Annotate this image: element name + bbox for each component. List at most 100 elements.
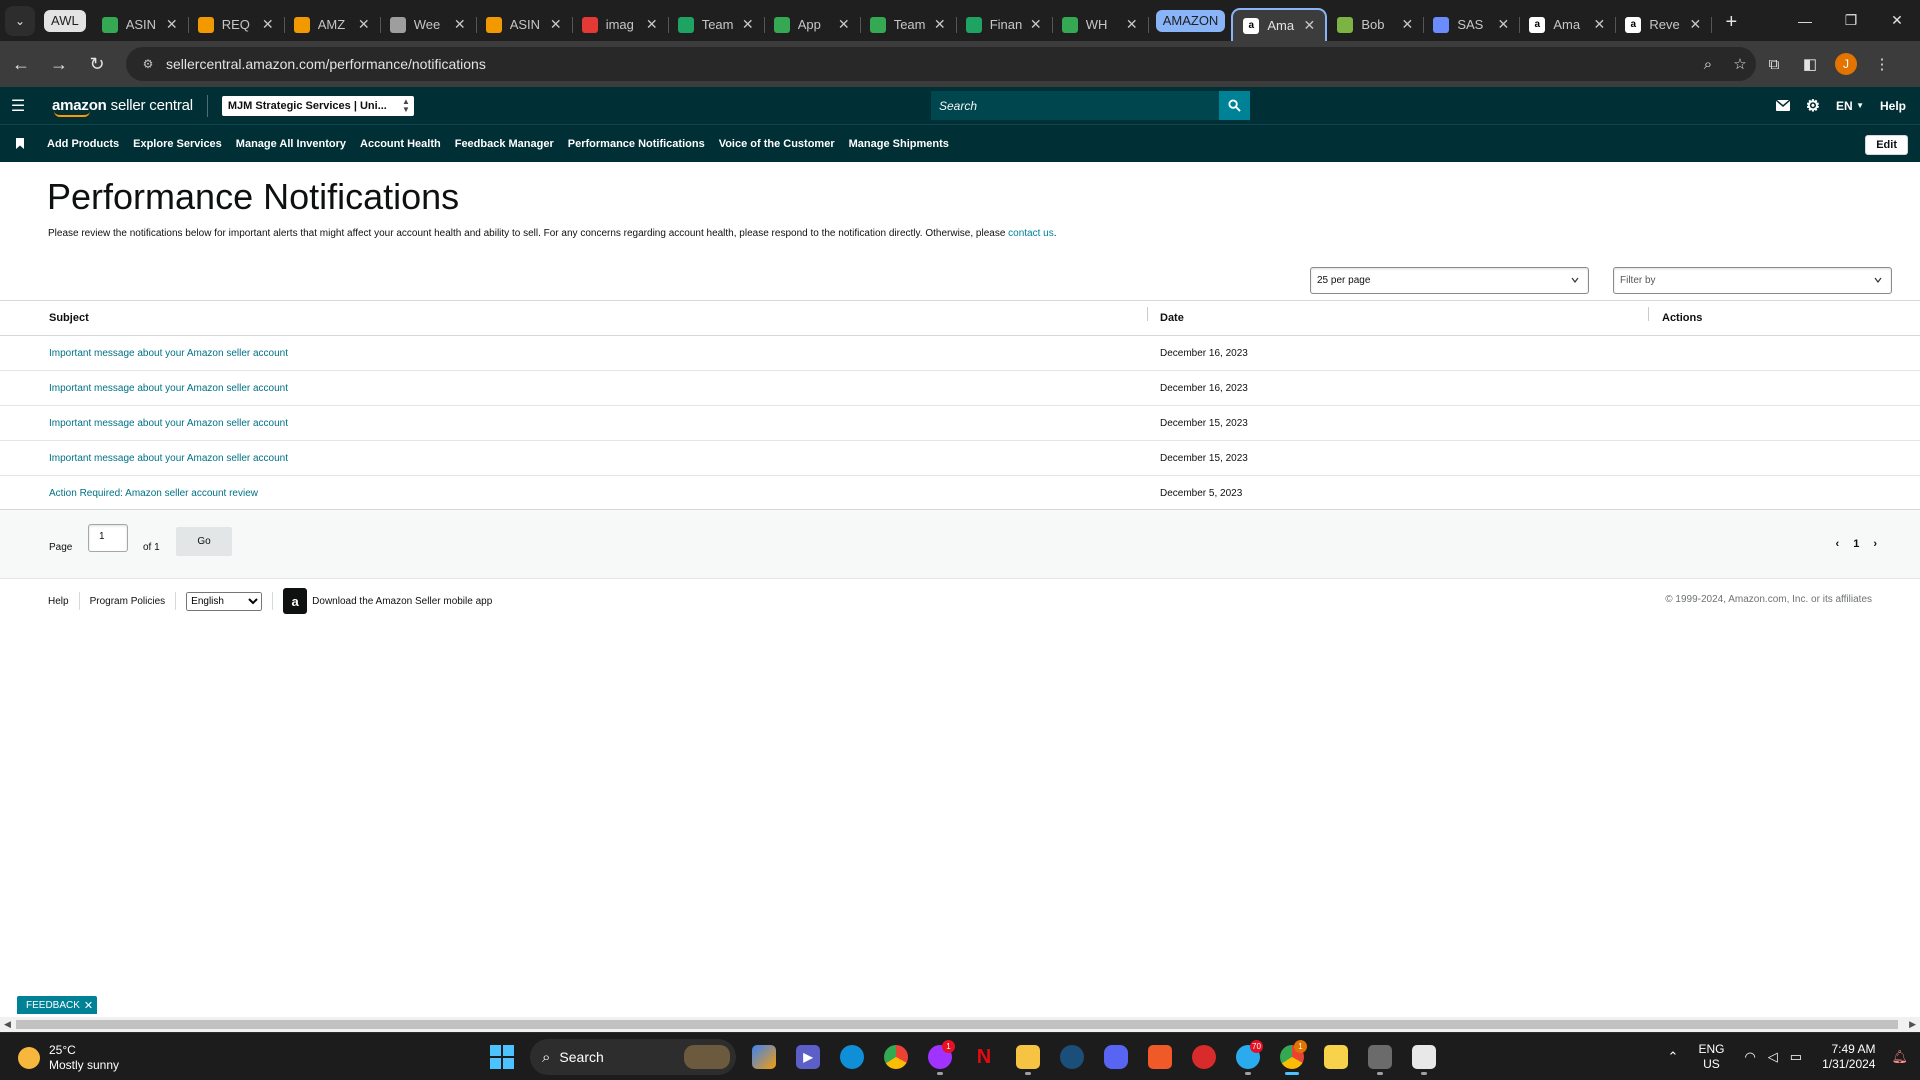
close-tab-icon[interactable]: ✕ [644, 16, 660, 33]
tab-group-awl[interactable]: AWL [44, 9, 86, 32]
search-button[interactable] [1219, 91, 1250, 120]
search-input[interactable] [931, 91, 1219, 120]
bookmark-icon[interactable] [0, 138, 40, 149]
previous-page-icon[interactable]: ‹ [1829, 538, 1847, 550]
browser-tab[interactable]: Team ✕ [668, 8, 765, 41]
close-tab-icon[interactable]: ✕ [1301, 17, 1317, 34]
close-tab-icon[interactable]: ✕ [1495, 16, 1511, 33]
close-feedback-icon[interactable]: ✕ [84, 999, 93, 1012]
page-number-input[interactable]: 1 [88, 524, 128, 552]
weather-widget[interactable]: 25°C Mostly sunny [18, 1043, 119, 1073]
browser-tab[interactable]: a Ama ✕ [1231, 8, 1328, 41]
taskbar-discord[interactable] [1094, 1039, 1138, 1075]
nav-item[interactable]: Account Health [353, 138, 448, 150]
browser-tab[interactable]: ASIN ✕ [92, 8, 189, 41]
site-info-icon[interactable]: ⚙ [140, 56, 156, 72]
close-tab-icon[interactable]: ✕ [452, 16, 468, 33]
input-language[interactable]: ENG US [1684, 1042, 1738, 1072]
browser-tab[interactable]: a Ama ✕ [1519, 8, 1617, 41]
bookmark-star-icon[interactable]: ☆ [1724, 55, 1756, 73]
go-button[interactable]: Go [176, 527, 232, 556]
close-tab-icon[interactable]: ✕ [1399, 16, 1415, 33]
taskbar-meet[interactable]: ▶ [786, 1039, 830, 1075]
language-selector[interactable]: EN ▼ [1828, 99, 1872, 113]
account-switcher[interactable]: MJM Strategic Services | Uni... ▲ ▼ [221, 95, 414, 116]
side-panel-icon[interactable]: ◧ [1792, 46, 1828, 82]
browser-tab[interactable]: REQ ✕ [188, 8, 285, 41]
browser-tab[interactable]: Team ✕ [860, 8, 957, 41]
current-page-number[interactable]: 1 [1846, 538, 1866, 550]
close-tab-icon[interactable]: ✕ [1591, 16, 1607, 33]
close-tab-icon[interactable]: ✕ [932, 16, 948, 33]
browser-tab[interactable]: a Reve ✕ [1615, 8, 1713, 41]
minimize-button[interactable]: — [1782, 0, 1828, 41]
nav-item[interactable]: Voice of the Customer [712, 138, 842, 150]
subject-column-header[interactable]: Subject [0, 307, 1148, 324]
notification-subject-link[interactable]: Important message about your Amazon sell… [0, 453, 1148, 464]
notification-subject-link[interactable]: Important message about your Amazon sell… [0, 348, 1148, 359]
footer-help-link[interactable]: Help [0, 592, 80, 610]
per-page-dropdown[interactable]: 25 per page [1310, 267, 1589, 294]
notification-subject-link[interactable]: Action Required: Amazon seller account r… [0, 488, 1148, 499]
close-window-button[interactable]: ✕ [1874, 0, 1920, 41]
start-button[interactable] [480, 1039, 524, 1075]
browser-tab[interactable]: imag ✕ [572, 8, 669, 41]
help-link[interactable]: Help [1872, 99, 1920, 113]
taskbar-file-explorer[interactable] [1006, 1039, 1050, 1075]
browser-tab[interactable]: Finan ✕ [956, 8, 1053, 41]
scroll-right-icon[interactable]: ▶ [1909, 1019, 1916, 1030]
date-column-header[interactable]: Date [1148, 307, 1649, 324]
close-tab-icon[interactable]: ✕ [164, 16, 180, 33]
feedback-tab[interactable]: FEEDBACK ✕ [17, 996, 98, 1014]
nav-item[interactable]: Explore Services [126, 138, 229, 150]
notification-subject-link[interactable]: Important message about your Amazon sell… [0, 383, 1148, 394]
taskbar-app-red[interactable] [1182, 1039, 1226, 1075]
url-text[interactable]: sellercentral.amazon.com/performance/not… [166, 56, 486, 72]
taskbar-app-orange[interactable] [1138, 1039, 1182, 1075]
scrollbar-thumb[interactable] [16, 1020, 1898, 1029]
taskbar-chrome[interactable] [874, 1039, 918, 1075]
close-tab-icon[interactable]: ✕ [1028, 16, 1044, 33]
browser-tab[interactable]: ASIN ✕ [476, 8, 573, 41]
scroll-left-icon[interactable]: ◀ [4, 1019, 11, 1030]
browser-tab[interactable]: AMZ ✕ [284, 8, 381, 41]
restore-button[interactable]: ❐ [1828, 0, 1874, 41]
nav-item[interactable]: Performance Notifications [561, 138, 712, 150]
settings-gear-icon[interactable]: ⚙ [1798, 96, 1828, 116]
taskbar-telegram[interactable]: 70 [1226, 1039, 1270, 1075]
filter-dropdown[interactable]: Filter by [1613, 267, 1892, 294]
edit-nav-button[interactable]: Edit [1865, 135, 1908, 155]
notification-bell-icon[interactable]: 🔔︎ [1885, 1049, 1920, 1065]
footer-language-select[interactable]: English [186, 591, 263, 611]
extensions-icon[interactable]: ⧉ [1756, 46, 1792, 82]
seller-central-logo[interactable]: amazon seller central [36, 94, 208, 117]
close-tab-icon[interactable]: ✕ [740, 16, 756, 33]
taskbar-copilot[interactable] [742, 1039, 786, 1075]
taskbar-chrome-active[interactable]: 1 [1270, 1039, 1314, 1075]
mobile-app-link[interactable]: a Download the Amazon Seller mobile app [273, 588, 502, 614]
hamburger-menu-icon[interactable]: ☰ [0, 96, 36, 116]
close-tab-icon[interactable]: ✕ [1687, 16, 1703, 33]
taskbar-sticky-notes[interactable] [1314, 1039, 1358, 1075]
taskbar-search[interactable]: ⌕ Search [530, 1039, 736, 1075]
close-tab-icon[interactable]: ✕ [548, 16, 564, 33]
close-tab-icon[interactable]: ✕ [260, 16, 276, 33]
close-tab-icon[interactable]: ✕ [836, 16, 852, 33]
wifi-icon[interactable]: ◠ [1738, 1049, 1761, 1065]
zoom-icon[interactable]: ⌕ [1692, 56, 1724, 73]
contact-us-link[interactable]: contact us [1008, 228, 1054, 239]
next-page-icon[interactable]: › [1866, 538, 1884, 550]
nav-item[interactable]: Manage All Inventory [229, 138, 353, 150]
browser-tab[interactable]: Bob ✕ [1327, 8, 1425, 41]
browser-tab[interactable]: App ✕ [764, 8, 861, 41]
taskbar-steam[interactable] [1050, 1039, 1094, 1075]
reload-button[interactable]: ↻ [80, 47, 114, 81]
volume-icon[interactable]: ◁ [1762, 1049, 1784, 1065]
show-hidden-icons-icon[interactable]: ⌃ [1662, 1049, 1685, 1065]
close-tab-icon[interactable]: ✕ [356, 16, 372, 33]
nav-item[interactable]: Add Products [40, 138, 126, 150]
forward-button[interactable]: → [42, 47, 76, 81]
profile-avatar[interactable]: J [1828, 46, 1864, 82]
browser-tab[interactable]: Wee ✕ [380, 8, 477, 41]
browser-menu-icon[interactable]: ⋮ [1864, 46, 1900, 82]
